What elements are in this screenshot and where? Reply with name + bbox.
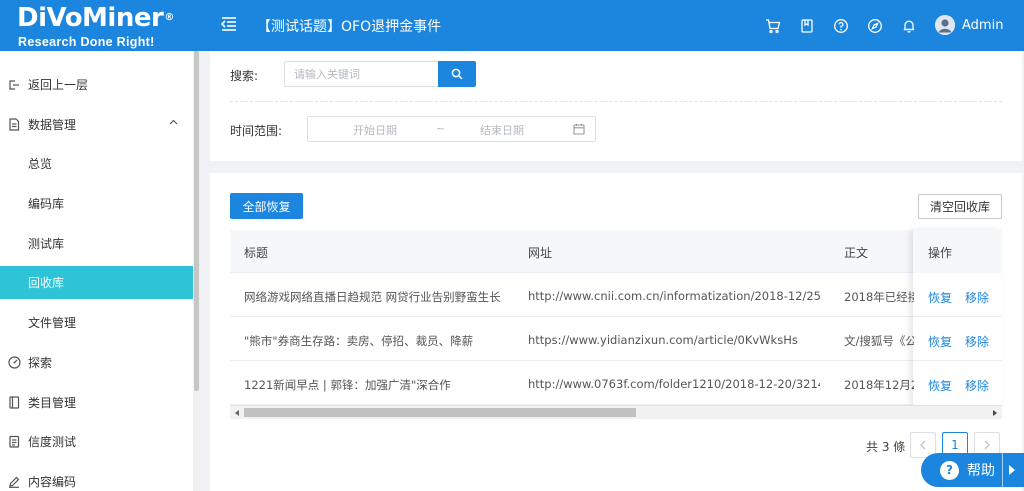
time-range-label: 时间范围: bbox=[230, 124, 283, 138]
row-body: 文/搜狐号《公 bbox=[844, 334, 916, 348]
bell-icon[interactable] bbox=[898, 16, 920, 36]
gauge-icon bbox=[7, 356, 21, 370]
row-url: http://www.0763f.com/folder1210/2018-12-… bbox=[528, 377, 820, 391]
sidebar-item-label: 内容编码 bbox=[28, 475, 77, 489]
range-separator: ~ bbox=[436, 122, 446, 135]
clipboard-icon bbox=[7, 435, 21, 449]
operation-cell: 恢复 移除 bbox=[914, 317, 1002, 361]
pencil-icon bbox=[7, 475, 21, 489]
operation-cell: 恢复 移除 bbox=[914, 361, 1002, 405]
row-title: "熊市"券商生存路：卖房、停招、裁员、降薪 bbox=[244, 334, 474, 348]
table-row[interactable]: "熊市"券商生存路：卖房、停招、裁员、降薪 https://www.yidian… bbox=[230, 317, 1002, 361]
sidebar-item-label: 编码库 bbox=[28, 197, 65, 211]
top-header: DiVoMiner® Research Done Right! 【测试话题】OF… bbox=[0, 0, 1024, 51]
restore-all-button[interactable]: 全部恢复 bbox=[230, 193, 303, 219]
calendar-icon[interactable] bbox=[573, 123, 585, 135]
chevron-left-icon bbox=[920, 440, 926, 450]
user-name: Admin bbox=[962, 17, 1004, 33]
return-icon bbox=[7, 78, 21, 92]
restore-link[interactable]: 恢复 bbox=[928, 377, 952, 394]
sidebar-item-label: 回收库 bbox=[28, 276, 65, 290]
sidebar-item-label: 信度测试 bbox=[28, 435, 77, 449]
sidebar-item-test-library[interactable]: 测试库 bbox=[0, 227, 193, 260]
sidebar-item-file-management[interactable]: 文件管理 bbox=[0, 306, 193, 339]
remove-link[interactable]: 移除 bbox=[965, 377, 989, 394]
sidebar-item-label: 文件管理 bbox=[28, 316, 77, 330]
operation-header-cell: 操作 bbox=[914, 230, 1002, 273]
column-header-body[interactable]: 正文 bbox=[844, 244, 868, 261]
search-button[interactable] bbox=[438, 61, 476, 87]
sidebar-item-label: 数据管理 bbox=[28, 118, 77, 132]
row-url: http://www.cnii.com.cn/informatization/2… bbox=[528, 289, 820, 303]
sidebar-item-explore[interactable]: 探索 bbox=[0, 346, 193, 379]
row-body: 2018年12月21 bbox=[844, 378, 916, 392]
search-label: 搜索: bbox=[230, 69, 259, 83]
topic-title: 【测试话题】OFO退押金事件 bbox=[257, 19, 442, 35]
start-date-placeholder[interactable]: 开始日期 bbox=[353, 122, 397, 138]
chevron-right-icon bbox=[984, 440, 990, 450]
sidebar-scrollbar-thumb[interactable] bbox=[194, 51, 199, 391]
help-button[interactable]: ? 帮助 bbox=[921, 453, 1024, 487]
sidebar-item-label: 探索 bbox=[28, 356, 53, 370]
sidebar-item-data-management[interactable]: 数据管理 bbox=[0, 108, 193, 141]
search-icon bbox=[451, 68, 463, 80]
divider bbox=[230, 101, 1002, 102]
chevron-up-icon bbox=[169, 119, 178, 125]
menu-collapse-icon[interactable] bbox=[220, 15, 238, 33]
sidebar-item-label: 类目管理 bbox=[28, 396, 77, 410]
row-body: 2018年已经接 bbox=[844, 290, 916, 304]
sidebar-item-label: 返回上一层 bbox=[28, 78, 89, 92]
help-divider bbox=[1002, 453, 1003, 487]
compass-icon[interactable] bbox=[864, 16, 886, 36]
help-icon: ? bbox=[940, 460, 959, 480]
end-date-placeholder[interactable]: 结束日期 bbox=[480, 122, 524, 138]
sidebar-item-content-coding[interactable]: 内容编码 bbox=[0, 465, 193, 491]
search-input[interactable] bbox=[284, 61, 438, 87]
document-icon bbox=[7, 118, 21, 132]
book-icon bbox=[7, 396, 21, 410]
scrollbar-thumb[interactable] bbox=[244, 408, 636, 417]
remove-link[interactable]: 移除 bbox=[965, 289, 989, 306]
column-header-actions: 操作 bbox=[928, 246, 953, 260]
row-title: 1221新闻早点 | 郭锋：加强广清"深合作 bbox=[244, 378, 451, 392]
column-header-url[interactable]: 网址 bbox=[528, 244, 552, 261]
sidebar: 返回上一层 数据管理 总览 编码库 测试库 回收库 文件管理 探索 类目管理 信… bbox=[0, 51, 193, 491]
column-header-title[interactable]: 标题 bbox=[244, 244, 268, 261]
sidebar-item-coding-library[interactable]: 编码库 bbox=[0, 187, 193, 220]
avatar bbox=[935, 15, 955, 35]
restore-link[interactable]: 恢复 bbox=[928, 289, 952, 306]
remove-link[interactable]: 移除 bbox=[965, 333, 989, 350]
user-menu[interactable]: Admin bbox=[935, 15, 1003, 35]
caret-right-icon bbox=[1009, 465, 1015, 475]
sidebar-item-recycle-bin[interactable]: 回收库 bbox=[0, 266, 193, 299]
sidebar-item-category-management[interactable]: 类目管理 bbox=[0, 386, 193, 419]
row-title: 网络游戏网络直播日趋规范 网贷行业告别野蛮生长 bbox=[244, 290, 501, 304]
cart-icon[interactable] bbox=[762, 16, 784, 36]
table-row[interactable]: 网络游戏网络直播日趋规范 网贷行业告别野蛮生长 http://www.cnii.… bbox=[230, 273, 1002, 317]
sidebar-item-reliability-test[interactable]: 信度测试 bbox=[0, 425, 193, 458]
brand-logo[interactable]: DiVoMiner® Research Done Right! bbox=[0, 0, 198, 51]
clear-recycle-bin-button[interactable]: 清空回收库 bbox=[918, 194, 1002, 219]
pagination-total: 共 3 條 bbox=[866, 440, 906, 454]
sidebar-item-label: 测试库 bbox=[28, 237, 65, 251]
scroll-right-icon bbox=[993, 410, 997, 416]
restore-link[interactable]: 恢复 bbox=[928, 333, 952, 350]
table-row[interactable]: 1221新闻早点 | 郭锋：加强广清"深合作 http://www.0763f.… bbox=[230, 361, 1002, 405]
help-label: 帮助 bbox=[967, 463, 995, 479]
table-header: 标题 网址 正文 bbox=[230, 230, 1002, 273]
sidebar-item-overview[interactable]: 总览 bbox=[0, 147, 193, 180]
brand-name: DiVoMiner® bbox=[17, 3, 174, 33]
scroll-left-icon bbox=[235, 410, 239, 416]
row-url: https://www.yidianzixun.com/article/0KvW… bbox=[528, 333, 798, 347]
brand-tagline: Research Done Right! bbox=[18, 35, 155, 49]
sidebar-item-label: 总览 bbox=[28, 157, 53, 171]
question-icon[interactable] bbox=[830, 16, 852, 36]
date-range-picker[interactable]: 开始日期 ~ 结束日期 bbox=[307, 116, 596, 142]
sidebar-item-back[interactable]: 返回上一层 bbox=[0, 68, 193, 101]
operation-cell: 恢复 移除 bbox=[914, 273, 1002, 317]
table-horizontal-scrollbar[interactable] bbox=[230, 405, 1002, 419]
bookmark-icon[interactable] bbox=[796, 16, 818, 36]
